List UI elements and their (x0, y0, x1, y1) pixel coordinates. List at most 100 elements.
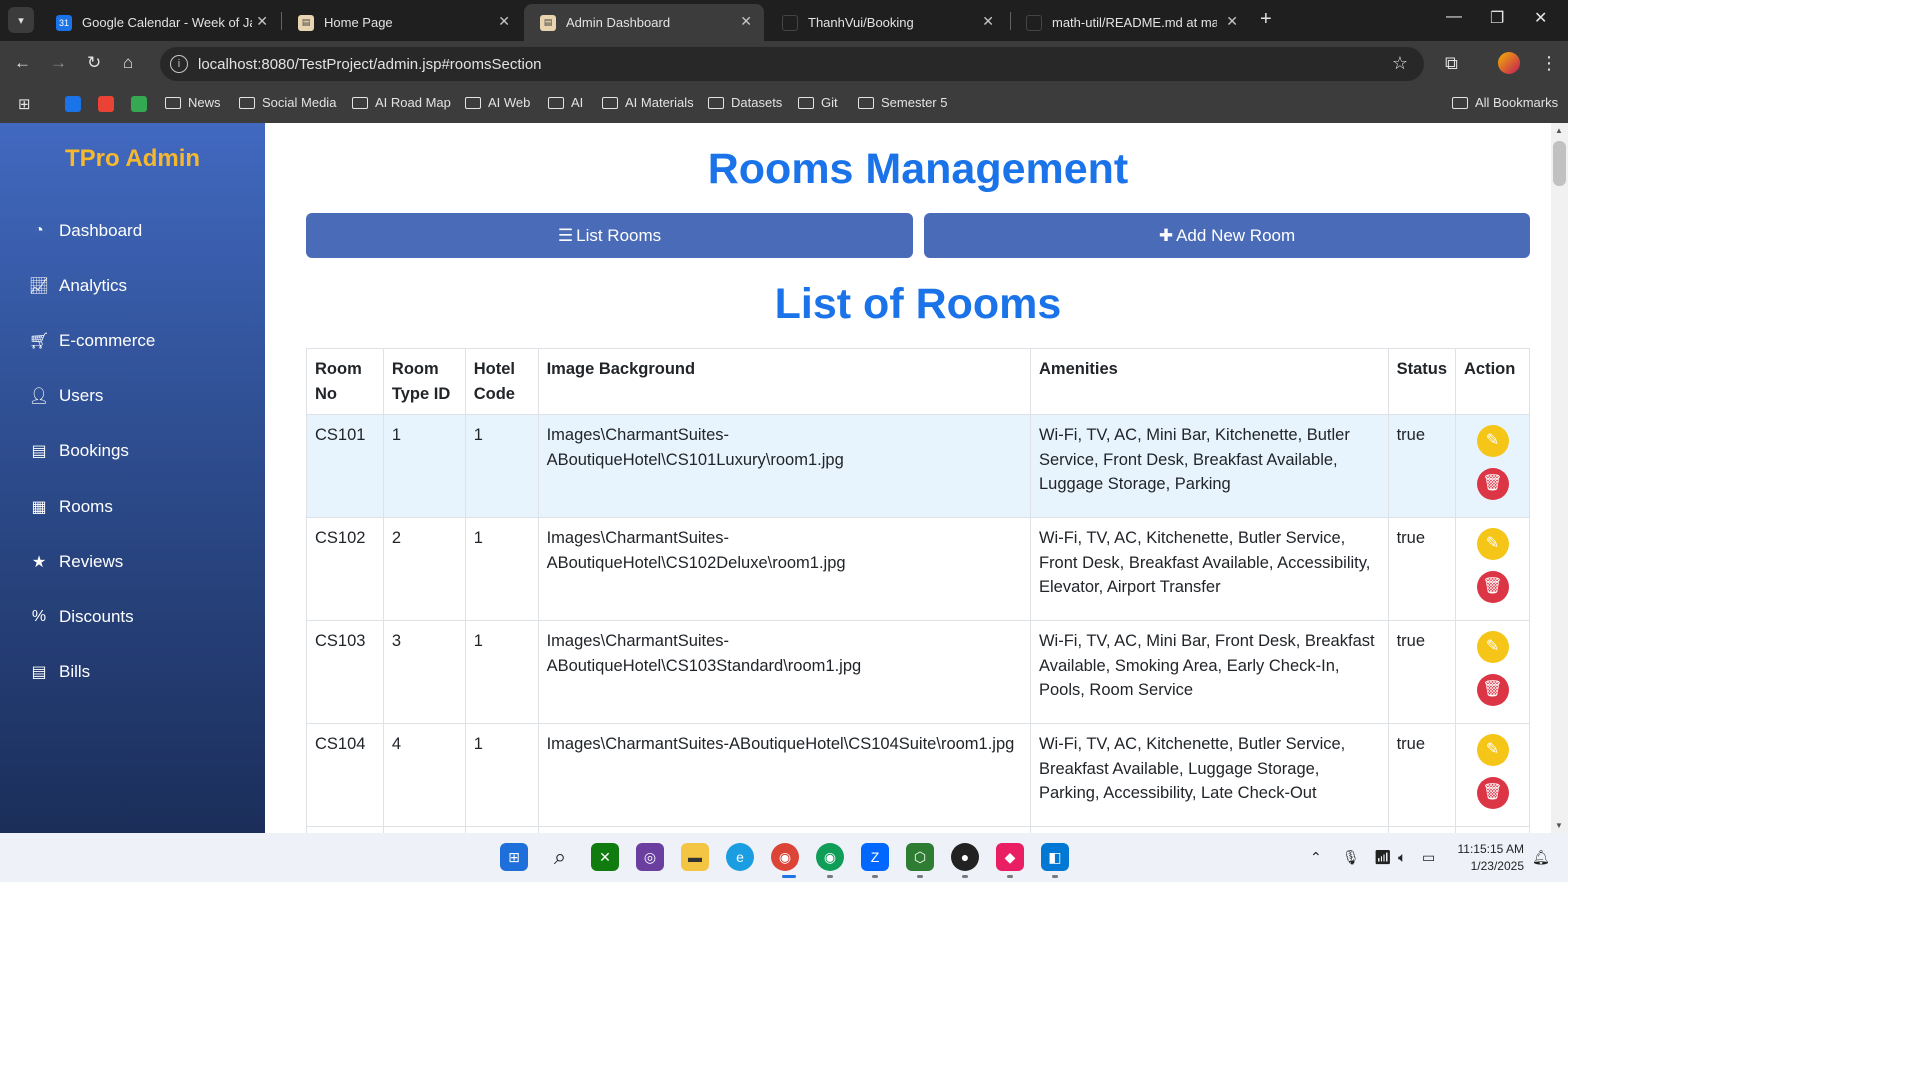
cell-room-type-id: 3 (382, 620, 466, 724)
close-icon[interactable]: ✕ (498, 13, 510, 30)
close-icon[interactable]: ✕ (256, 13, 268, 30)
reload-icon[interactable]: ↻ (87, 53, 101, 73)
bookmark-ai[interactable]: AI (548, 95, 583, 110)
new-tab-button[interactable]: + (1260, 8, 1272, 31)
apps-icon[interactable]: ⊞ (18, 95, 31, 113)
app-gem-icon[interactable]: ◆ (996, 843, 1024, 871)
bookmark-ai-materials[interactable]: AI Materials (602, 95, 694, 110)
sidebar-item-rooms[interactable]: ▦ Rooms (30, 497, 112, 517)
calendar-bookmark-icon[interactable] (65, 96, 81, 112)
sidebar-item-bookings[interactable]: ▤ Bookings (30, 441, 129, 461)
chevron-up-icon[interactable]: ⌃ (1310, 849, 1322, 866)
close-icon[interactable]: ✕ (740, 13, 752, 30)
bookmark-git[interactable]: Git (798, 95, 838, 110)
gauge-icon: ◔ (34, 222, 44, 239)
chart-line-icon: 📈︎ (28, 278, 50, 295)
edit-icon[interactable]: ✎ (1476, 425, 1509, 457)
user-icon: 👤︎ (28, 388, 50, 405)
edit-icon[interactable]: ✎ (1476, 631, 1509, 663)
edit-icon[interactable]: ✎ (1476, 734, 1509, 766)
scroll-down-icon[interactable]: ▼ (1555, 821, 1563, 830)
github-desktop-icon[interactable]: ● (951, 843, 979, 871)
back-icon[interactable]: ← (14, 53, 31, 73)
list-rooms-button[interactable]: ☰ List Rooms (306, 213, 913, 258)
trash-icon[interactable]: 🗑︎ (1476, 468, 1509, 500)
close-icon[interactable]: ✕ (1226, 13, 1238, 30)
battery-icon[interactable]: ▭ (1422, 849, 1435, 866)
bookmark-ai-road-map[interactable]: AI Road Map (352, 95, 451, 110)
bookmark-news[interactable]: News (165, 95, 221, 110)
chrome-profile-icon[interactable]: ◉ (816, 843, 844, 871)
xbox-icon[interactable]: ✕ (591, 843, 619, 871)
bookmark-ai-web[interactable]: AI Web (465, 95, 530, 110)
trash-icon[interactable]: 🗑︎ (1476, 571, 1509, 603)
cell-status: true (1387, 414, 1457, 518)
system-clock[interactable]: 11:15:15 AM 1/23/2025 (1458, 841, 1525, 875)
vscode-icon[interactable]: ◧ (1041, 843, 1069, 871)
bookmark-datasets[interactable]: Datasets (708, 95, 782, 110)
address-bar[interactable]: i localhost:8080/TestProject/admin.jsp#r… (160, 47, 1424, 81)
cell-action: ✎ 🗑︎ (1455, 620, 1530, 724)
tab-search-button[interactable]: ▾ (8, 7, 34, 33)
volume-icon[interactable]: 🔈︎ (1398, 849, 1406, 866)
column-header-status: Status (1387, 348, 1457, 415)
app-icon[interactable]: ◎ (636, 843, 664, 871)
bookmark-star-icon[interactable]: ☆ (1392, 53, 1408, 74)
bookmark-social-media[interactable]: Social Media (239, 95, 336, 110)
gmail-bookmark-icon[interactable] (98, 96, 114, 112)
drive-bookmark-icon[interactable] (131, 96, 147, 112)
scrollbar-thumb[interactable] (1553, 141, 1566, 186)
tab-admin-dashboard[interactable]: ▤ Admin Dashboard ✕ (524, 4, 764, 41)
browser-chrome: ▾ 31 Google Calendar - Week of January ✕… (0, 0, 1568, 123)
file-explorer-icon[interactable]: ▬ (681, 843, 709, 871)
restore-button[interactable]: ❐ (1490, 8, 1504, 28)
close-icon[interactable]: ✕ (982, 13, 994, 30)
sidebar-item-ecommerce[interactable]: 🛒︎ E-commerce (29, 331, 156, 351)
profile-avatar[interactable] (1498, 52, 1520, 74)
tab-title: Google Calendar - Week of January (82, 15, 252, 30)
edit-icon[interactable]: ✎ (1476, 528, 1509, 560)
cell-action: ✎ 🗑︎ (1455, 517, 1530, 621)
close-window-button[interactable]: ✕ (1534, 8, 1547, 28)
forward-icon[interactable]: → (50, 53, 67, 73)
book-icon: ▤ (31, 443, 47, 460)
search-icon[interactable]: ⌕ (546, 843, 574, 871)
scroll-up-icon[interactable]: ▲ (1555, 126, 1563, 135)
sidebar-item-users[interactable]: 👤︎ Users (28, 386, 104, 406)
all-bookmarks[interactable]: All Bookmarks (1452, 95, 1558, 110)
tab-math-util-readme[interactable]: math-util/README.md at main ✕ (1010, 4, 1250, 41)
cell-image: Images\CharmantSuites-ABoutiqueHotel\CS1… (537, 517, 1031, 621)
menu-icon[interactable]: ⋮ (1540, 53, 1558, 74)
microphone-icon[interactable]: 🎙︎ (1342, 849, 1360, 866)
cell-hotel-code: 1 (464, 620, 539, 724)
trash-icon[interactable]: 🗑︎ (1476, 777, 1509, 809)
edge-icon[interactable]: e (726, 843, 754, 871)
windows-start-icon[interactable]: ⊞ (500, 843, 528, 871)
add-new-room-button[interactable]: ✚ Add New Room (924, 213, 1530, 258)
trash-icon[interactable]: 🗑︎ (1476, 674, 1509, 706)
notification-bell-icon[interactable]: 🔔︎ (1532, 849, 1550, 866)
tab-thanhvui-booking[interactable]: ThanhVui/Booking ✕ (766, 4, 1006, 41)
page-scrollbar[interactable]: ▲ ▼ (1551, 123, 1568, 833)
cell-image: Images\CharmantSuites-ABoutiqueHotel\CS1… (537, 620, 1031, 724)
brand-title[interactable]: TPro Admin (0, 145, 265, 173)
tab-google-calendar[interactable]: 31 Google Calendar - Week of January ✕ (40, 4, 280, 41)
site-info-icon[interactable]: i (170, 55, 188, 73)
tab-home-page[interactable]: ▤ Home Page ✕ (282, 4, 522, 41)
cell-room-no: CS103 (306, 620, 384, 724)
minimize-button[interactable]: — (1446, 8, 1462, 26)
wifi-icon[interactable]: 📶︎ (1374, 849, 1392, 866)
app-hex-icon[interactable]: ⬡ (906, 843, 934, 871)
sidebar-item-discounts[interactable]: % Discounts (30, 607, 134, 627)
sidebar-item-analytics[interactable]: 📈︎ Analytics (28, 276, 127, 296)
zalo-icon[interactable]: Z (861, 843, 889, 871)
cell-room-no: CS104 (306, 723, 384, 827)
sidebar-item-reviews[interactable]: ★ Reviews (30, 552, 123, 572)
chrome-icon[interactable]: ◉ (771, 843, 799, 871)
extensions-icon[interactable]: ⧉ (1445, 53, 1458, 74)
home-icon[interactable]: ⌂ (123, 53, 133, 73)
folder-icon (798, 96, 814, 109)
sidebar-item-dashboard[interactable]: ◔ Dashboard (30, 221, 142, 241)
sidebar-item-bills[interactable]: ▤ Bills (30, 662, 90, 682)
bookmark-semester-5[interactable]: Semester 5 (858, 95, 947, 110)
